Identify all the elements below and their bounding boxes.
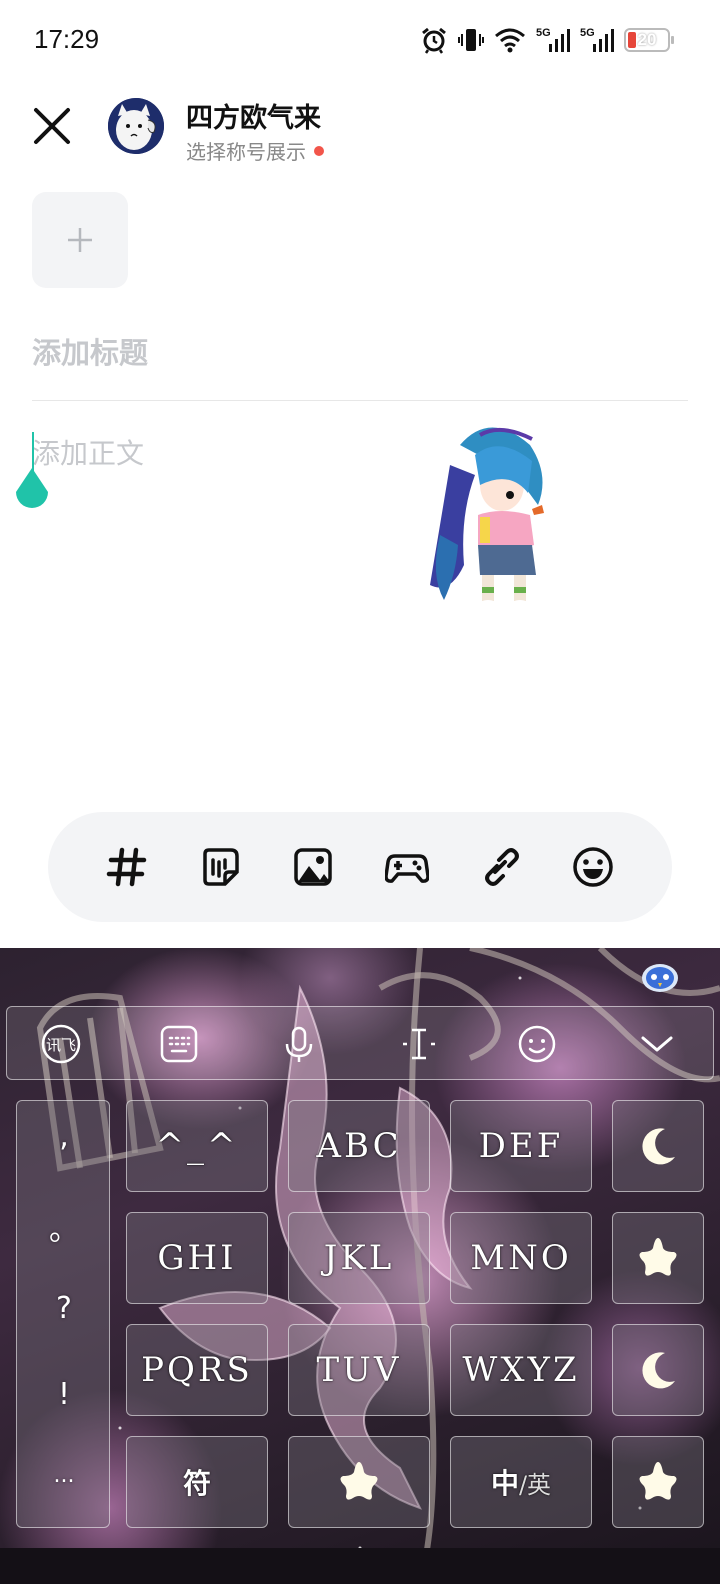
collapse-icon xyxy=(641,1036,673,1052)
keyboard-toolbar: 讯飞 xyxy=(6,1006,714,1080)
key-ghi-label: GHI xyxy=(157,1238,237,1278)
caret-handle[interactable] xyxy=(12,468,52,516)
notify-dot xyxy=(314,145,324,156)
punct-period[interactable]: 。 xyxy=(17,1205,111,1249)
wifi-icon xyxy=(495,28,525,53)
text-caret xyxy=(32,432,34,472)
cursor-button[interactable] xyxy=(399,1024,439,1064)
hashtag-icon xyxy=(106,847,146,887)
svg-text:5G: 5G xyxy=(580,27,595,39)
voice-input-button[interactable] xyxy=(279,1024,319,1064)
title-select-label: 选择称号展示 xyxy=(186,140,306,164)
svg-text:5G: 5G xyxy=(536,27,551,39)
status-time: 17:29 xyxy=(34,24,100,54)
key-lang-main: 中 xyxy=(490,1467,519,1500)
key-symbols-label: 符 xyxy=(182,1467,211,1500)
sticker-button[interactable] xyxy=(196,843,244,891)
key-mno[interactable]: MNO xyxy=(450,1212,592,1304)
key-space[interactable] xyxy=(288,1436,430,1528)
key-retype[interactable] xyxy=(612,1324,704,1416)
chibi-sticker[interactable] xyxy=(420,415,560,615)
key-def[interactable]: DEF xyxy=(450,1100,592,1192)
emoji-icon xyxy=(573,847,614,887)
link-icon xyxy=(484,848,519,886)
punctuation-column: , 。 ? ! ... xyxy=(16,1100,110,1528)
link-button[interactable] xyxy=(476,843,524,891)
key-lang-sep: / xyxy=(518,1471,528,1499)
smiley-icon xyxy=(518,1025,556,1063)
star-icon xyxy=(340,1462,378,1500)
ifly-logo-icon: 讯飞 xyxy=(41,1024,81,1064)
status-icons: 5G 5G 20 xyxy=(420,26,674,54)
keyboard-icon xyxy=(160,1025,198,1063)
user-name: 四方欧气来 xyxy=(186,103,321,134)
alarm-icon xyxy=(422,27,446,54)
key-jkl[interactable]: JKL xyxy=(288,1212,430,1304)
keyboard: 讯飞 , 。 ? ! ... ^_^ ABC DEF GHI JKL MNO P… xyxy=(0,948,720,1584)
key-lang-switch[interactable]: 中/英 xyxy=(450,1436,592,1528)
key-emoticon[interactable]: ^_^ xyxy=(126,1100,268,1192)
key-delete[interactable] xyxy=(612,1100,704,1192)
status-bar: 17:29 5G 5G 20 xyxy=(0,0,720,84)
key-lang-alt: 英 xyxy=(527,1471,552,1499)
star-icon xyxy=(639,1462,677,1500)
signal-5g-icon: 5G xyxy=(536,27,570,52)
key-def-label: DEF xyxy=(478,1126,564,1166)
plus-icon xyxy=(68,228,92,252)
close-icon xyxy=(34,108,70,144)
key-emoticon-label: ^_^ xyxy=(155,1126,239,1166)
moon-icon xyxy=(642,1352,675,1389)
avatar[interactable] xyxy=(108,98,164,154)
image-icon xyxy=(294,848,333,886)
ifly-logo-button[interactable]: 讯飞 xyxy=(41,1024,81,1064)
vibrate-icon xyxy=(458,29,484,51)
collapse-keyboard-button[interactable] xyxy=(637,1024,677,1064)
key-lang-label: 中/英 xyxy=(491,1462,551,1502)
keyboard-switch-button[interactable] xyxy=(159,1024,199,1064)
image-button[interactable] xyxy=(289,843,337,891)
moon-icon xyxy=(642,1128,675,1165)
key-wxyz[interactable]: WXYZ xyxy=(450,1324,592,1416)
key-symbols[interactable]: 符 xyxy=(126,1436,268,1528)
hashtag-button[interactable] xyxy=(103,843,151,891)
emoji-button[interactable] xyxy=(569,843,617,891)
editor-toolbar xyxy=(48,812,672,922)
game-button[interactable] xyxy=(383,843,431,891)
title-select-link[interactable]: 选择称号展示 xyxy=(186,136,324,165)
key-abc-label: ABC xyxy=(316,1126,402,1166)
star-icon xyxy=(639,1238,677,1276)
punct-question[interactable]: ? xyxy=(17,1291,111,1326)
punct-exclamation[interactable]: ! xyxy=(17,1377,111,1412)
key-tuv[interactable]: TUV xyxy=(288,1324,430,1416)
punct-ellipsis[interactable]: ... xyxy=(17,1463,111,1488)
add-image-button[interactable] xyxy=(32,192,128,288)
key-pqrs-label: PQRS xyxy=(141,1350,253,1390)
punct-comma[interactable]: , xyxy=(17,1119,111,1154)
signal-5g-icon: 5G xyxy=(580,27,614,52)
navigation-bar xyxy=(0,1548,720,1584)
key-mno-label: MNO xyxy=(470,1238,572,1278)
body-input[interactable]: 添加正文 xyxy=(32,432,144,472)
close-button[interactable] xyxy=(32,106,72,146)
key-wxyz-label: WXYZ xyxy=(462,1350,580,1390)
divider xyxy=(32,400,688,401)
key-ghi[interactable]: GHI xyxy=(126,1212,268,1304)
ifly-mascot-icon[interactable] xyxy=(640,960,680,994)
key-clear[interactable] xyxy=(612,1212,704,1304)
key-enter[interactable] xyxy=(612,1436,704,1528)
emoji-panel-button[interactable] xyxy=(517,1024,557,1064)
game-icon xyxy=(384,854,429,883)
cursor-icon xyxy=(403,1028,435,1060)
title-input[interactable]: 添加标题 xyxy=(32,330,688,372)
svg-text:讯飞: 讯飞 xyxy=(46,1036,76,1054)
avatar-cat-icon xyxy=(108,98,164,154)
sticker-icon xyxy=(203,848,239,886)
key-tuv-label: TUV xyxy=(316,1350,402,1390)
microphone-icon xyxy=(285,1026,313,1062)
key-abc[interactable]: ABC xyxy=(288,1100,430,1192)
battery-level: 20 xyxy=(637,30,657,49)
key-pqrs[interactable]: PQRS xyxy=(126,1324,268,1416)
battery-indicator: 20 xyxy=(624,28,674,52)
key-jkl-label: JKL xyxy=(323,1238,395,1278)
